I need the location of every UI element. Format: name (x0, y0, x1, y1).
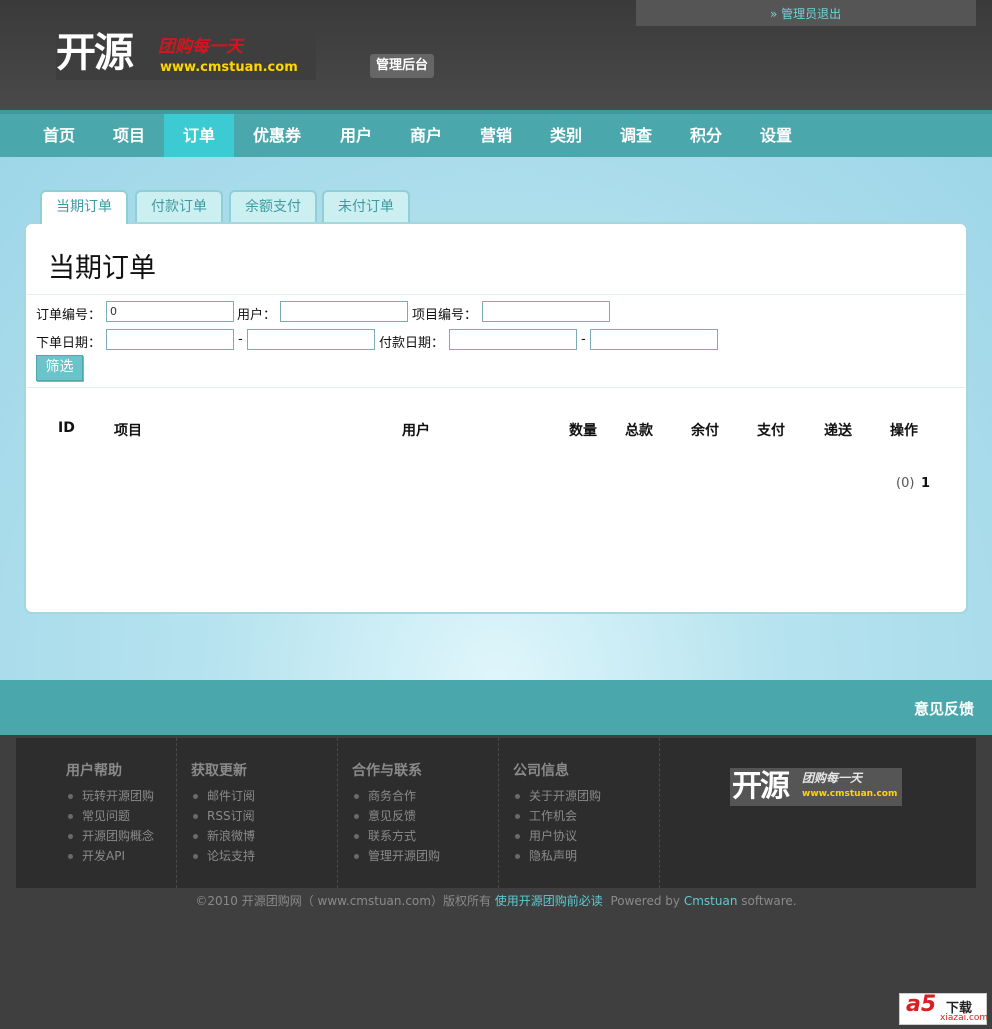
nav-item-surveys[interactable]: 调查 (601, 114, 671, 157)
column-header-project: 项目 (114, 423, 142, 439)
footer-column-contact: 合作与联系 商务合作 意见反馈 联系方式 管理开源团购 (338, 738, 499, 888)
footer-link[interactable]: 开发API (68, 846, 154, 866)
logo-slogan: 团购每一天 (158, 37, 243, 57)
pay-date-label: 付款日期： (379, 336, 445, 351)
footer-column-help: 用户帮助 玩转开源团购 常见问题 开源团购概念 开发API (52, 738, 177, 888)
nav-item-projects[interactable]: 项目 (94, 114, 164, 157)
project-no-input[interactable] (482, 301, 610, 322)
order-no-label: 订单编号： (36, 308, 102, 323)
footer-link[interactable]: 新浪微博 (193, 826, 255, 846)
pay-date-end-input[interactable] (590, 329, 718, 350)
divider (26, 294, 966, 295)
nav-item-categories[interactable]: 类别 (531, 114, 601, 157)
footer-logo-url: www.cmstuan.com (802, 789, 898, 799)
footer-link[interactable]: 商务合作 (354, 786, 440, 806)
copyright-text: ©2010 开源团购网（ www.cmstuan.com）版权所有 (195, 894, 491, 908)
footer-logo-main: 开源 (732, 769, 790, 804)
footer-link[interactable]: 论坛支持 (193, 846, 255, 866)
header: » 管理员退出 开源 团购每一天 www.cmstuan.com 管理后台 (0, 0, 992, 110)
column-header-id: ID (58, 420, 75, 436)
footer-link[interactable]: 联系方式 (354, 826, 440, 846)
footer-link[interactable]: 常见问题 (68, 806, 154, 826)
footer-column-company: 公司信息 关于开源团购 工作机会 用户协议 隐私声明 (499, 738, 660, 888)
user-label: 用户： (237, 308, 277, 323)
nav-item-merchants[interactable]: 商户 (391, 114, 461, 157)
watermark-site: xiazai.com (940, 1013, 989, 1023)
footer-column-updates: 获取更新 邮件订阅 RSS订阅 新浪微博 论坛支持 (177, 738, 338, 888)
footer: 用户帮助 玩转开源团购 常见问题 开源团购概念 开发API 获取更新 邮件订阅 … (16, 738, 976, 888)
footer-logo[interactable]: 开源 团购每一天 www.cmstuan.com (730, 768, 902, 806)
feedback-bar: 意见反馈 (0, 680, 992, 735)
column-header-user: 用户 (402, 423, 430, 439)
powered-by-text: Powered by (610, 894, 680, 908)
logo-url: www.cmstuan.com (160, 60, 298, 75)
footer-link[interactable]: RSS订阅 (193, 806, 255, 826)
logout-link[interactable]: » 管理员退出 (770, 5, 841, 22)
column-header-quantity: 数量 (569, 423, 597, 439)
column-header-delivery: 递送 (824, 423, 852, 439)
footer-column-title: 公司信息 (513, 763, 569, 779)
tab-current-orders[interactable]: 当期订单 (40, 190, 128, 224)
divider (26, 387, 966, 388)
tab-balance-payment[interactable]: 余额支付 (229, 190, 317, 222)
footer-link[interactable]: 开源团购概念 (68, 826, 154, 846)
cmstuan-link[interactable]: Cmstuan (684, 894, 738, 908)
column-header-total: 总款 (625, 423, 653, 439)
order-date-label: 下单日期： (36, 336, 102, 351)
footer-column-title: 合作与联系 (352, 763, 422, 779)
orders-panel: 当期订单 订单编号： 用户： 项目编号： 下单日期： - 付款日期： - 筛选 … (24, 222, 968, 614)
tab-unpaid-orders[interactable]: 未付订单 (322, 190, 410, 222)
footer-link[interactable]: 工作机会 (515, 806, 601, 826)
footer-link[interactable]: 关于开源团购 (515, 786, 601, 806)
filter-button[interactable]: 筛选 (36, 355, 83, 381)
user-input[interactable] (280, 301, 408, 322)
project-no-label: 项目编号： (412, 308, 478, 323)
watermark-main: a5 (906, 992, 937, 1017)
order-no-input[interactable] (106, 301, 234, 322)
footer-link[interactable]: 隐私声明 (515, 846, 601, 866)
footer-column-title: 用户帮助 (66, 763, 122, 779)
page-title: 当期订单 (48, 253, 156, 284)
footer-column-title: 获取更新 (191, 763, 247, 779)
footer-link[interactable]: 邮件订阅 (193, 786, 255, 806)
pay-date-start-input[interactable] (449, 329, 577, 350)
software-text: software. (741, 894, 797, 908)
nav-item-home[interactable]: 首页 (24, 114, 94, 157)
column-header-payment: 支付 (757, 423, 785, 439)
nav-item-orders[interactable]: 订单 (164, 114, 234, 157)
footer-link[interactable]: 玩转开源团购 (68, 786, 154, 806)
terms-link[interactable]: 使用开源团购前必读 (495, 894, 603, 908)
watermark-logo: a5 下载 xiazai.com (899, 992, 989, 1025)
nav-item-users[interactable]: 用户 (321, 114, 391, 157)
nav-item-marketing[interactable]: 营销 (461, 114, 531, 157)
footer-link[interactable]: 意见反馈 (354, 806, 440, 826)
order-date-start-input[interactable] (106, 329, 234, 350)
date-dash: - (581, 332, 586, 347)
pager-page[interactable]: 1 (921, 476, 930, 491)
tab-paid-orders[interactable]: 付款订单 (135, 190, 223, 222)
main-nav: 首页 项目 订单 优惠券 用户 商户 营销 类别 调查 积分 设置 (0, 110, 992, 157)
main-area: 当期订单 付款订单 余额支付 未付订单 当期订单 订单编号： 用户： 项目编号：… (0, 157, 992, 680)
column-header-actions: 操作 (890, 423, 918, 439)
order-date-end-input[interactable] (247, 329, 375, 350)
footer-logo-slogan: 团购每一天 (802, 771, 863, 785)
logo-main-text: 开源 (56, 30, 134, 76)
footer-link[interactable]: 用户协议 (515, 826, 601, 846)
date-dash: - (238, 332, 243, 347)
feedback-link[interactable]: 意见反馈 (914, 698, 974, 719)
nav-item-settings[interactable]: 设置 (741, 114, 811, 157)
nav-item-points[interactable]: 积分 (671, 114, 741, 157)
column-header-balance: 余付 (691, 423, 719, 439)
pager-count: (0) (896, 476, 915, 491)
admin-badge: 管理后台 (370, 54, 435, 78)
copyright: ©2010 开源团购网（ www.cmstuan.com）版权所有 使用开源团购… (0, 892, 992, 909)
nav-item-coupons[interactable]: 优惠券 (242, 114, 312, 157)
site-logo[interactable]: 开源 团购每一天 www.cmstuan.com (56, 28, 316, 80)
footer-link[interactable]: 管理开源团购 (354, 846, 440, 866)
